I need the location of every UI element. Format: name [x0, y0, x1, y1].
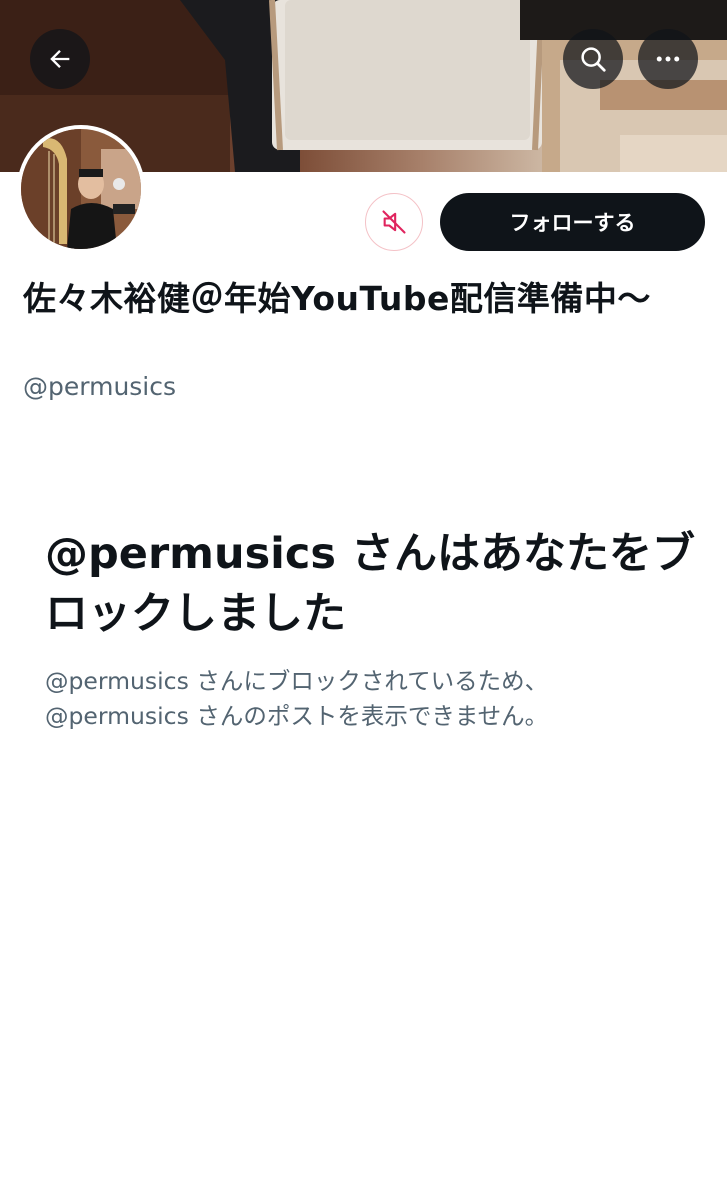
more-options-button[interactable]: [638, 29, 698, 89]
unmute-button[interactable]: [365, 193, 423, 251]
profile-display-name: 佐々木裕健＠年始YouTube配信準備中〜: [23, 279, 651, 318]
avatar[interactable]: [17, 125, 145, 253]
search-button[interactable]: [563, 29, 623, 89]
blocked-description: @permusics さんにブロックされているため、 @permusics さん…: [45, 664, 705, 734]
speaker-muted-icon: [382, 210, 406, 234]
blocked-title: @permusics さんはあなたをブロックしました: [45, 529, 695, 639]
more-horizontal-icon: [656, 56, 680, 62]
blocked-description-line2: @permusics さんのポストを表示できません。: [45, 702, 549, 730]
arrow-left-icon: [50, 50, 70, 68]
avatar-image: [21, 129, 141, 249]
follow-button[interactable]: フォローする: [440, 193, 705, 251]
blocked-description-line1: @permusics さんにブロックされているため、: [45, 667, 549, 695]
back-button[interactable]: [30, 29, 90, 89]
profile-handle: @permusics: [23, 372, 177, 401]
search-icon: [581, 47, 606, 72]
